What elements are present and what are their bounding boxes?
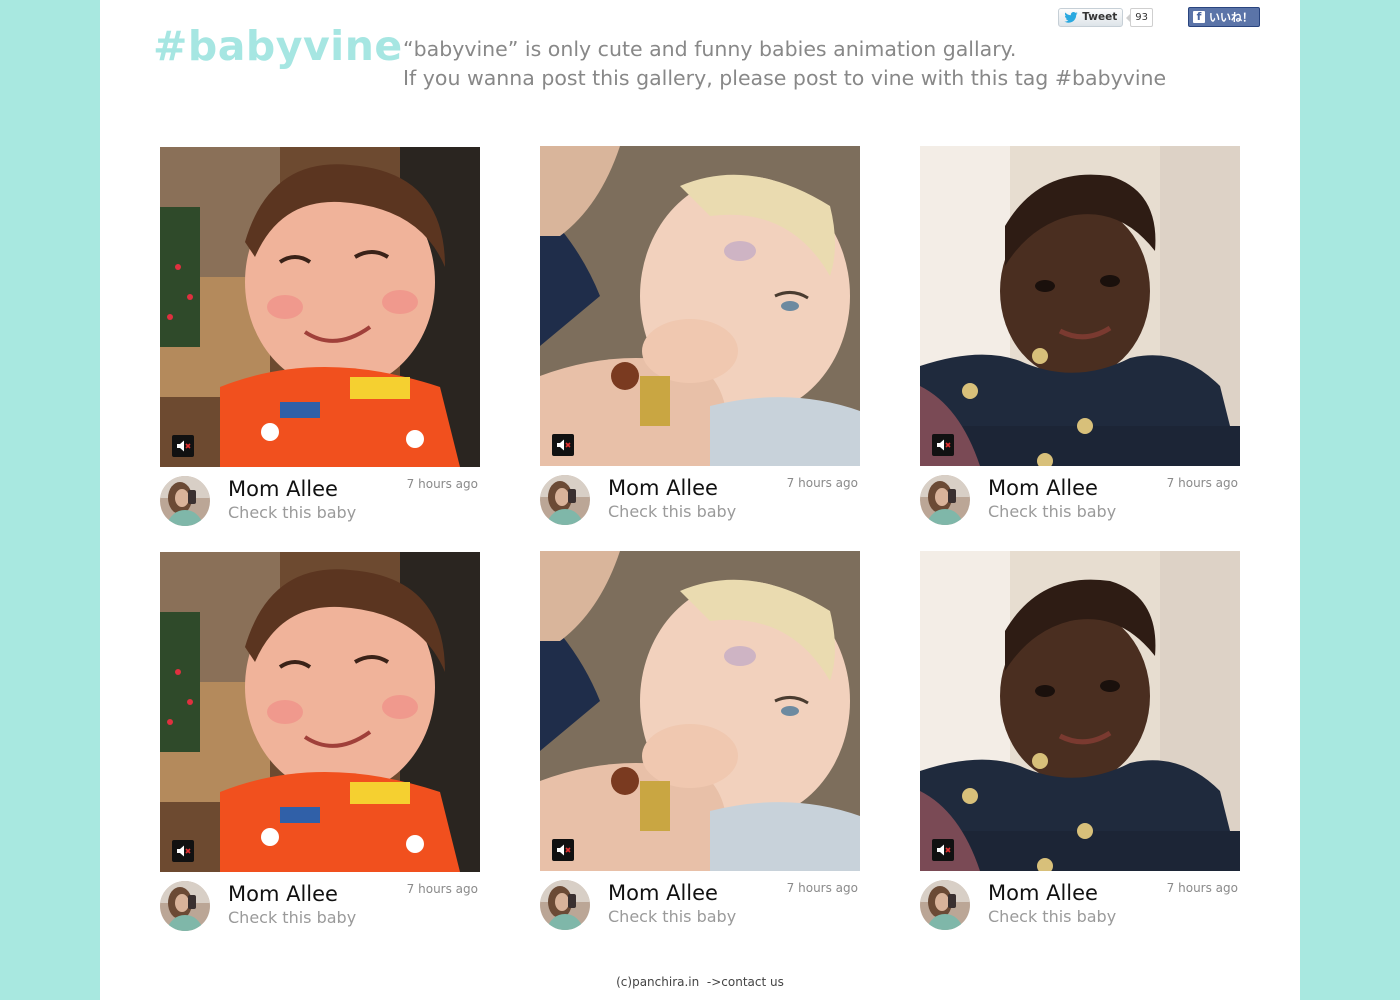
footer: (c)panchira.in ->contact us xyxy=(100,975,1300,989)
timestamp: 7 hours ago xyxy=(786,476,858,490)
twitter-bird-icon xyxy=(1064,11,1078,23)
tagline-line-1: “babyvine” is only cute and funny babies… xyxy=(403,37,1017,61)
card-meta: Mom Allee Check this baby 7 hours ago xyxy=(920,880,1240,940)
denim-baby-photo xyxy=(920,551,1240,871)
video-card: Mom Allee Check this baby 7 hours ago xyxy=(540,146,860,535)
user-name[interactable]: Mom Allee xyxy=(988,476,1098,500)
user-name[interactable]: Mom Allee xyxy=(228,882,338,906)
user-name[interactable]: Mom Allee xyxy=(988,881,1098,905)
avatar[interactable] xyxy=(160,476,210,526)
mute-icon[interactable] xyxy=(932,839,954,861)
avatar[interactable] xyxy=(160,881,210,931)
tweet-label: Tweet xyxy=(1082,11,1118,23)
avatar[interactable] xyxy=(540,880,590,930)
site-logo[interactable]: #babyvine xyxy=(153,22,403,70)
tagline-line-2: If you wanna post this gallery, please p… xyxy=(403,66,1167,90)
social-buttons: Tweet 93 f いいね！ xyxy=(1058,7,1260,27)
facebook-like-button[interactable]: f いいね！ xyxy=(1188,7,1260,27)
timestamp: 7 hours ago xyxy=(786,881,858,895)
card-meta: Mom Allee Check this baby 7 hours ago xyxy=(160,476,480,536)
card-caption: Check this baby xyxy=(988,907,1117,926)
toddler-photo xyxy=(160,552,480,872)
user-name[interactable]: Mom Allee xyxy=(228,477,338,501)
avatar[interactable] xyxy=(920,880,970,930)
video-card: Mom Allee Check this baby 7 hours ago xyxy=(160,147,480,536)
video-thumbnail[interactable] xyxy=(540,551,860,871)
denim-baby-photo xyxy=(920,146,1240,466)
card-meta: Mom Allee Check this baby 7 hours ago xyxy=(160,881,480,941)
user-name[interactable]: Mom Allee xyxy=(608,476,718,500)
video-thumbnail[interactable] xyxy=(160,147,480,467)
card-caption: Check this baby xyxy=(988,502,1117,521)
card-meta: Mom Allee Check this baby 7 hours ago xyxy=(540,880,860,940)
video-card: Mom Allee Check this baby 7 hours ago xyxy=(920,551,1240,940)
timestamp: 7 hours ago xyxy=(1166,881,1238,895)
mute-icon[interactable] xyxy=(172,435,194,457)
avatar[interactable] xyxy=(540,475,590,525)
tweet-button[interactable]: Tweet xyxy=(1058,7,1124,27)
card-caption: Check this baby xyxy=(608,502,737,521)
video-card: Mom Allee Check this baby 7 hours ago xyxy=(160,552,480,941)
video-thumbnail[interactable] xyxy=(540,146,860,466)
mute-icon[interactable] xyxy=(172,840,194,862)
tweet-count: 93 xyxy=(1126,7,1153,27)
contact-link[interactable]: ->contact us xyxy=(707,975,784,989)
tagline: “babyvine” is only cute and funny babies… xyxy=(403,35,1166,93)
timestamp: 7 hours ago xyxy=(1166,476,1238,490)
mute-icon[interactable] xyxy=(552,434,574,456)
page-container: #babyvine “babyvine” is only cute and fu… xyxy=(100,0,1300,1000)
blond-baby-photo xyxy=(540,551,860,871)
video-thumbnail[interactable] xyxy=(920,551,1240,871)
video-thumbnail[interactable] xyxy=(160,552,480,872)
timestamp: 7 hours ago xyxy=(406,477,478,491)
timestamp: 7 hours ago xyxy=(406,882,478,896)
mute-icon[interactable] xyxy=(552,839,574,861)
avatar[interactable] xyxy=(920,475,970,525)
card-meta: Mom Allee Check this baby 7 hours ago xyxy=(920,475,1240,535)
like-label: いいね！ xyxy=(1209,11,1253,24)
mute-icon[interactable] xyxy=(932,434,954,456)
copyright: (c)panchira.in xyxy=(616,975,700,989)
card-caption: Check this baby xyxy=(228,908,357,927)
facebook-icon: f xyxy=(1193,11,1205,23)
user-name[interactable]: Mom Allee xyxy=(608,881,718,905)
video-card: Mom Allee Check this baby 7 hours ago xyxy=(920,146,1240,535)
video-thumbnail[interactable] xyxy=(920,146,1240,466)
blond-baby-photo xyxy=(540,146,860,466)
card-meta: Mom Allee Check this baby 7 hours ago xyxy=(540,475,860,535)
toddler-photo xyxy=(160,147,480,467)
card-caption: Check this baby xyxy=(608,907,737,926)
video-card: Mom Allee Check this baby 7 hours ago xyxy=(540,551,860,940)
card-caption: Check this baby xyxy=(228,503,357,522)
